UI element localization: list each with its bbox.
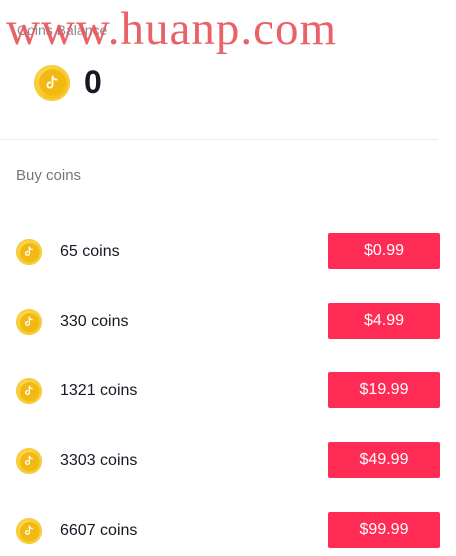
coin-package-row: 330 coins $4.99 (0, 303, 456, 343)
coin-icon (16, 448, 42, 474)
coin-package-amount: 65 coins (60, 243, 120, 260)
buy-package-button[interactable]: $99.99 (328, 512, 440, 548)
coin-package-row: 1321 coins $19.99 (0, 372, 456, 412)
buy-package-button[interactable]: $49.99 (328, 442, 440, 478)
coin-icon (16, 309, 42, 335)
buy-coins-heading: Buy coins (16, 167, 82, 184)
coin-icon (16, 239, 42, 265)
coin-icon (16, 378, 42, 404)
coin-icon (34, 64, 70, 101)
coin-package-amount: 6607 coins (60, 522, 138, 539)
coin-package-row: 65 coins $0.99 (0, 233, 456, 273)
buy-package-button[interactable]: $0.99 (328, 233, 440, 269)
buy-package-button[interactable]: $19.99 (328, 372, 440, 408)
coin-package-row: 3303 coins $49.99 (0, 442, 456, 482)
coin-package-amount: 1321 coins (60, 382, 138, 399)
coin-package-amount: 330 coins (60, 313, 129, 330)
coin-package-row: 6607 coins $99.99 (0, 512, 456, 552)
divider (0, 139, 438, 140)
coins-page: www.huanp.com Coins Balance 0 Buy coins (0, 0, 456, 556)
coin-icon (16, 518, 42, 544)
balance-label: Coins Balance (17, 22, 108, 38)
balance-row: 0 (34, 64, 102, 101)
coin-package-amount: 3303 coins (60, 452, 138, 469)
buy-package-button[interactable]: $4.99 (328, 303, 440, 339)
balance-value: 0 (84, 64, 102, 100)
